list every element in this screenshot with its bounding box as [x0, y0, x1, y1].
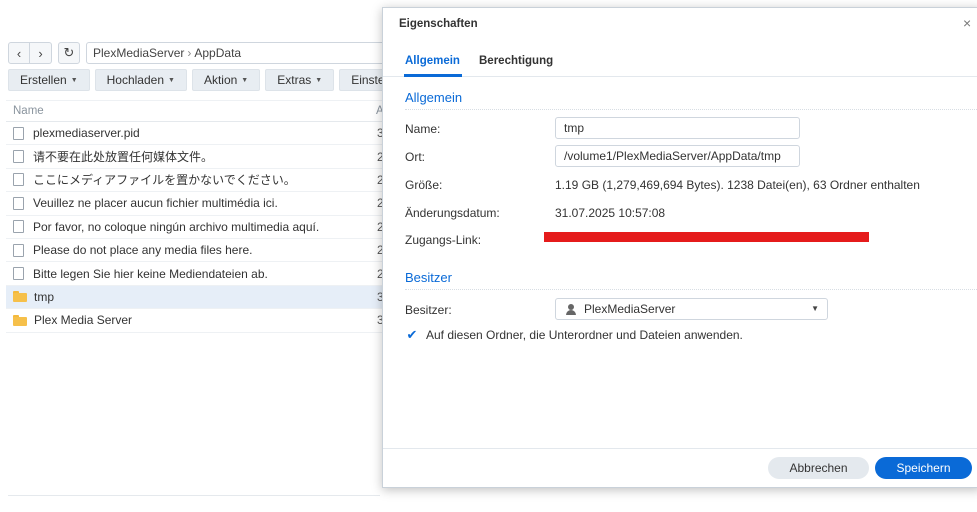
file-list-header: Name A: [6, 100, 386, 122]
properties-dialog: Eigenschaften × Allgemein Berechtigung A…: [382, 7, 977, 488]
extras-button[interactable]: Extras ▼: [265, 69, 335, 91]
close-icon[interactable]: ×: [963, 15, 971, 31]
upload-button[interactable]: Hochladen ▼: [94, 69, 187, 91]
apply-label: Auf diesen Ordner, die Unterordner und D…: [426, 328, 743, 342]
divider: [8, 495, 380, 496]
column-name[interactable]: Name: [13, 105, 44, 117]
save-button[interactable]: Speichern: [875, 457, 972, 479]
list-item[interactable]: 请不要在此处放置任何媒体文件。 2: [6, 145, 386, 169]
location-field[interactable]: /volume1/PlexMediaServer/AppData/tmp: [555, 145, 800, 167]
path-root: PlexMediaServer: [93, 46, 185, 60]
list-item[interactable]: tmp 3: [6, 285, 386, 310]
user-icon: [566, 303, 576, 315]
create-label: Erstellen: [20, 73, 67, 87]
list-item[interactable]: Veuillez ne placer aucun fichier multimé…: [6, 192, 386, 216]
chevron-left-icon: ‹: [16, 45, 22, 61]
caret-down-icon: ▼: [70, 76, 78, 84]
action-label: Aktion: [203, 73, 238, 87]
apply-recursive-option[interactable]: ✔ Auf diesen Ordner, die Unterordner und…: [405, 327, 743, 342]
size-value: 1.19 GB (1,279,469,694 Bytes). 1238 Date…: [555, 178, 920, 192]
list-item[interactable]: Por favor, no coloque ningún archivo mul…: [6, 216, 386, 239]
file-icon: [13, 243, 24, 257]
folder-icon: [13, 314, 27, 326]
location-label: Ort:: [405, 150, 425, 164]
file-icon: [13, 220, 24, 234]
owner-label: Besitzer:: [405, 303, 452, 317]
upload-label: Hochladen: [106, 73, 164, 87]
active-tab-indicator: [404, 74, 462, 77]
dialog-title: Eigenschaften: [399, 18, 478, 30]
modified-value: 31.07.2025 10:57:08: [555, 206, 666, 220]
name-field[interactable]: tmp: [555, 117, 800, 139]
modified-label: Änderungsdatum:: [405, 206, 500, 220]
toolbar: Erstellen ▼ Hochladen ▼ Aktion ▼ Extras ▼ Ei…: [8, 69, 409, 91]
section-owner-title: Besitzer: [405, 270, 452, 285]
tab-permissions[interactable]: Berechtigung: [479, 55, 553, 67]
size-label: Größe:: [405, 178, 443, 192]
extras-label: Extras: [277, 73, 312, 87]
create-button[interactable]: Erstellen ▼: [8, 69, 90, 91]
section-general-title: Allgemein: [405, 90, 463, 105]
back-button[interactable]: ‹: [8, 42, 30, 64]
list-item-name: Plex Media Server: [34, 313, 133, 328]
caret-down-icon: ▼: [811, 304, 819, 313]
refresh-icon: ↻: [63, 45, 75, 60]
caret-down-icon: ▼: [168, 76, 175, 84]
refresh-button[interactable]: ↻: [58, 42, 80, 64]
navigation-bar: ‹ › ↻ PlexMediaServer › AppData: [8, 42, 386, 64]
file-list: Name A plexmediaserver.pid 3 请不要在此处放置任何媒体文…: [6, 100, 386, 333]
action-button[interactable]: Aktion ▼: [191, 69, 261, 91]
path-current: AppData: [194, 46, 242, 60]
list-item-name: 请不要在此处放置任何媒体文件。: [33, 150, 214, 165]
chevron-right-icon: ›: [38, 45, 43, 61]
file-icon: [13, 196, 24, 210]
file-icon: [13, 126, 24, 140]
folder-icon: [13, 291, 27, 303]
list-item[interactable]: Bitte legen Sie hier keine Mediendateien…: [6, 262, 386, 286]
list-item[interactable]: ここにメディアファイルを置かないでください。 2: [6, 169, 386, 193]
cancel-button[interactable]: Abbrechen: [768, 457, 869, 479]
divider: [405, 289, 977, 290]
list-item-name: Bitte legen Sie hier keine Mediendateien…: [33, 266, 268, 281]
list-item-name: Please do not place any media files here…: [33, 243, 253, 258]
file-icon: [13, 150, 24, 164]
apply-checkbox[interactable]: ✔: [405, 327, 419, 342]
divider: [405, 109, 977, 110]
file-icon: [13, 267, 24, 281]
list-item[interactable]: Please do not place any media files here…: [6, 239, 386, 263]
list-item-name: Veuillez ne placer aucun fichier multimé…: [33, 196, 278, 211]
owner-value: PlexMediaServer: [584, 302, 676, 316]
forward-button[interactable]: ›: [30, 42, 52, 64]
list-item-name: plexmediaserver.pid: [33, 126, 140, 141]
name-label: Name:: [405, 122, 441, 136]
location-value: /volume1/PlexMediaServer/AppData/tmp: [564, 149, 781, 163]
list-item-name: Por favor, no coloque ningún archivo mul…: [33, 219, 320, 234]
list-item[interactable]: plexmediaserver.pid 3: [6, 122, 386, 146]
list-item[interactable]: Plex Media Server 3: [6, 309, 386, 333]
list-item-name: ここにメディアファイルを置かないでください。: [33, 173, 296, 188]
list-item-name: tmp: [34, 289, 55, 304]
redacted-access-link: [544, 232, 869, 242]
caret-down-icon: ▼: [241, 76, 249, 84]
access-link-label: Zugangs-Link:: [405, 233, 482, 247]
name-value: tmp: [564, 121, 585, 135]
caret-down-icon: ▼: [315, 76, 323, 84]
dialog-footer: Abbrechen Speichern: [383, 448, 977, 489]
file-icon: [13, 173, 24, 187]
path-field[interactable]: PlexMediaServer › AppData: [86, 42, 386, 64]
tab-general[interactable]: Allgemein: [405, 55, 460, 67]
owner-select[interactable]: PlexMediaServer ▼: [555, 298, 828, 320]
path-separator: ›: [187, 46, 192, 60]
tab-bar: Allgemein Berechtigung: [383, 40, 977, 77]
